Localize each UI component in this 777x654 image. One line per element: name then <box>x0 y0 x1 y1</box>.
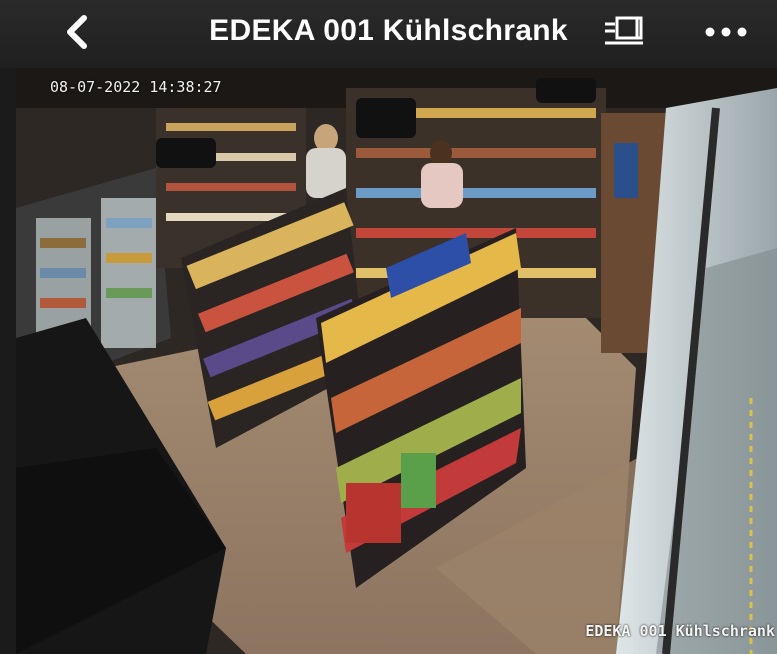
chevron-left-icon <box>67 15 87 49</box>
video-timestamp: 08-07-2022 14:38:27 <box>50 78 222 96</box>
more-dots-icon <box>705 27 747 37</box>
page-title: EDEKA 001 Kühlschrank <box>209 14 568 47</box>
camera-name-overlay: EDEKA 001 Kühlschrank <box>585 622 775 640</box>
store-scene <box>16 68 777 654</box>
camera-video-feed[interactable]: 08-07-2022 14:38:27 EDEKA 001 Kühlschran… <box>16 68 777 654</box>
more-options-button[interactable] <box>700 10 752 54</box>
screen-button[interactable] <box>600 10 650 54</box>
top-bar: EDEKA 001 Kühlschrank <box>0 0 777 68</box>
back-button[interactable] <box>55 10 99 54</box>
screen-fullscreen-icon <box>605 16 643 45</box>
